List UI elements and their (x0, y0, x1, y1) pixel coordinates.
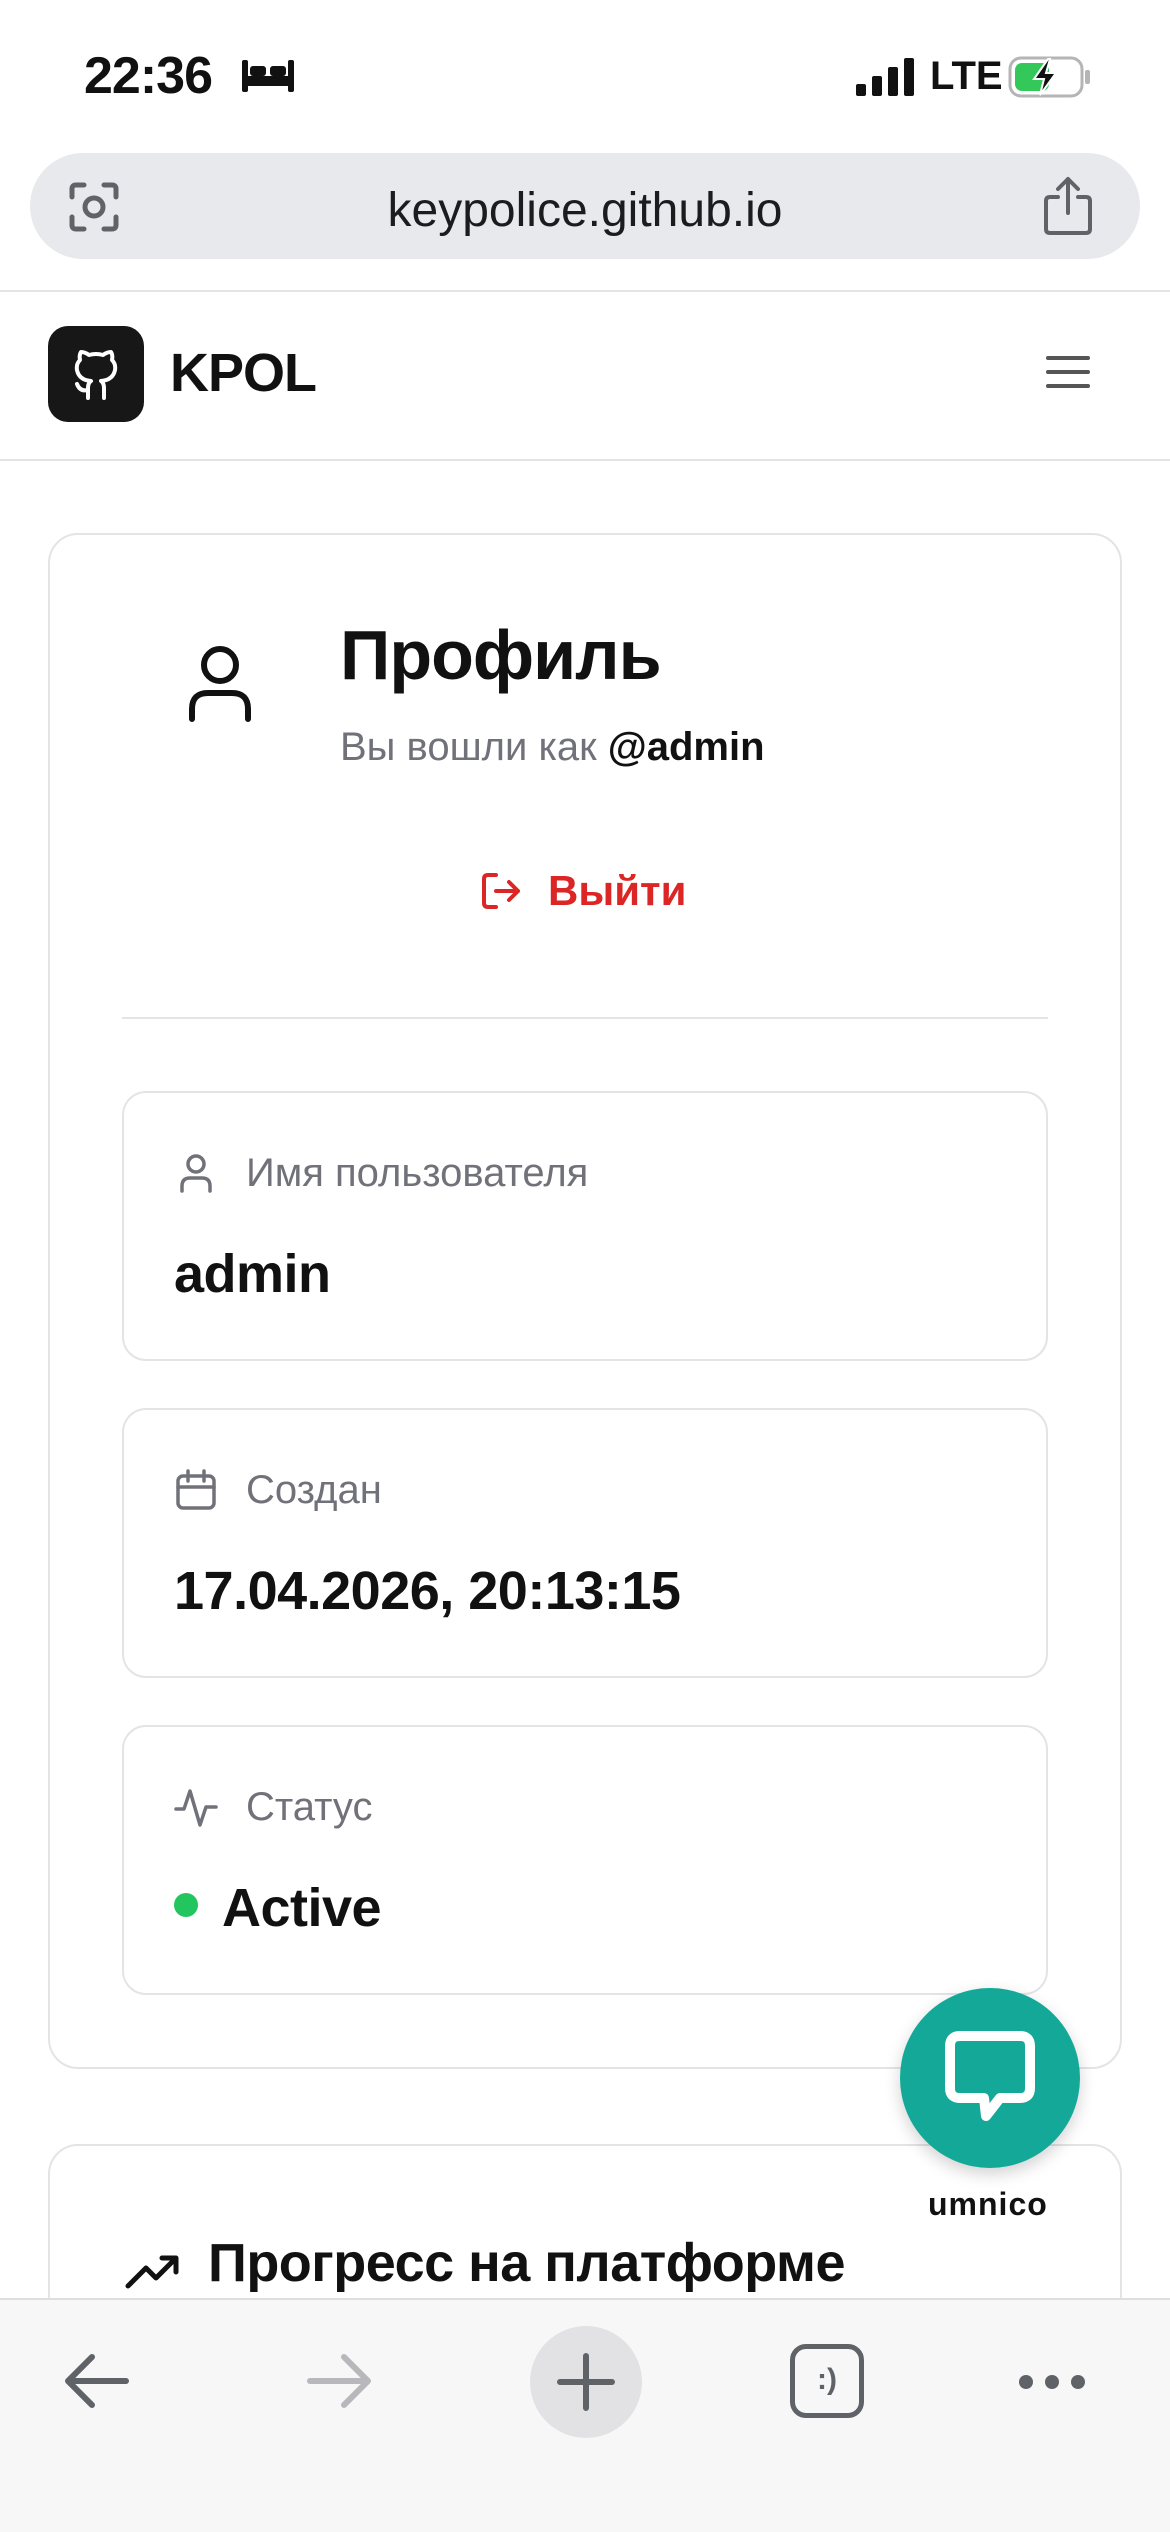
more-icon[interactable] (1016, 2370, 1088, 2394)
user-handle: @admin (607, 725, 765, 769)
logout-button[interactable]: Выйти (480, 861, 686, 921)
logged-in-prefix: Вы вошли как (340, 725, 597, 769)
divider (0, 459, 1170, 461)
profile-card: Профиль Вы вошли как @admin Выйти Имя по… (48, 533, 1122, 2069)
activity-icon (174, 1789, 218, 1827)
status-value: Active (222, 1878, 382, 1938)
progress-title: Прогресс на платформе (208, 2233, 845, 2293)
trending-up-icon (125, 2255, 179, 2289)
created-value: 17.04.2026, 20:13:15 (174, 1561, 681, 1621)
logout-icon (482, 873, 520, 909)
site-logo[interactable] (48, 326, 144, 422)
created-field: Создан 17.04.2026, 20:13:15 (122, 1408, 1048, 1678)
hamburger-menu-icon[interactable] (1044, 352, 1092, 392)
back-arrow-icon[interactable] (60, 2348, 132, 2414)
status-field: Статус Active (122, 1725, 1048, 1995)
page: 22:36 LTE keypolice.github.io KPOL Профи… (0, 0, 1170, 2532)
bed-icon (242, 60, 294, 92)
username-label: Имя пользователя (246, 1151, 589, 1195)
profile-title: Профиль (340, 616, 662, 694)
user-icon (180, 1154, 212, 1193)
tabs-button[interactable]: :) (790, 2344, 864, 2418)
status-bar: 22:36 LTE (0, 0, 1170, 150)
status-label: Статус (246, 1785, 373, 1829)
forward-arrow-icon[interactable] (304, 2348, 376, 2414)
site-name[interactable]: KPOL (170, 342, 317, 404)
username-field: Имя пользователя admin (122, 1091, 1048, 1361)
logged-in-text: Вы вошли как @admin (340, 725, 765, 770)
plus-icon (557, 2353, 615, 2411)
url-bar[interactable]: keypolice.github.io (30, 153, 1140, 259)
new-tab-button[interactable] (530, 2326, 642, 2438)
username-value: admin (174, 1244, 331, 1304)
github-icon (74, 350, 118, 400)
divider (122, 1017, 1048, 1019)
created-label: Создан (246, 1468, 382, 1512)
share-icon[interactable] (1040, 175, 1096, 237)
url-text[interactable]: keypolice.github.io (30, 183, 1140, 238)
chat-bubble-icon (945, 2031, 1035, 2121)
status-time: 22:36 (84, 47, 213, 105)
network-label: LTE (930, 54, 1003, 98)
battery-charging-icon (1008, 56, 1090, 98)
logout-label: Выйти (548, 867, 687, 914)
calendar-icon (176, 1469, 216, 1510)
chat-brand-label: umnico (928, 2186, 1048, 2222)
status-active-dot (174, 1893, 198, 1917)
site-header: KPOL (0, 292, 1170, 460)
user-avatar-icon (189, 646, 251, 722)
signal-icon (856, 58, 914, 96)
browser-toolbar: :) (0, 2298, 1170, 2532)
chat-widget-button[interactable] (900, 1988, 1080, 2168)
tabs-label: :) (817, 2363, 837, 2396)
